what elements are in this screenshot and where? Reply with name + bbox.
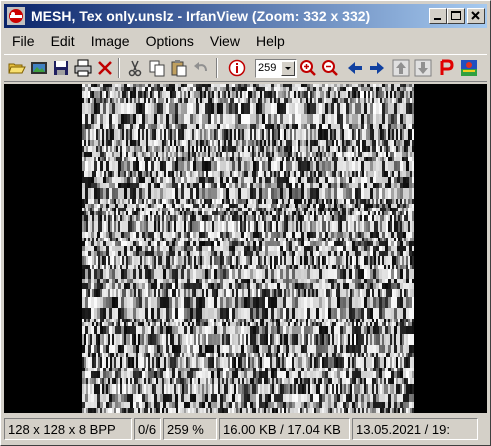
close-button[interactable] [467, 8, 485, 24]
copy-icon[interactable] [148, 59, 166, 77]
minimize-button[interactable] [429, 8, 447, 24]
menu-help[interactable]: Help [248, 31, 293, 51]
cut-icon[interactable] [126, 59, 144, 77]
first-file-icon[interactable] [392, 59, 410, 77]
status-file-index: 0/6 [134, 418, 161, 440]
zoom-combo-value: 259 [258, 62, 277, 74]
menu-edit[interactable]: Edit [43, 31, 83, 51]
chevron-down-icon [285, 67, 291, 70]
irfanview-window: MESH, Tex only.unslz - IrfanView (Zoom: … [0, 0, 491, 446]
maximize-button[interactable] [447, 8, 465, 24]
menu-file[interactable]: File [4, 31, 43, 51]
displayed-image [82, 84, 414, 413]
menu-bar: File Edit Image Options View Help [4, 30, 487, 52]
toolbar: 259 [4, 54, 487, 82]
minimize-icon [434, 18, 441, 20]
irfanview-app-icon[interactable] [7, 7, 25, 25]
slideshow-icon[interactable] [30, 59, 48, 77]
paste-icon[interactable] [170, 59, 188, 77]
toolbar-separator [118, 58, 120, 78]
print-icon[interactable] [74, 59, 92, 77]
previous-arrow-icon[interactable] [346, 59, 364, 77]
maximize-icon [451, 11, 461, 20]
menu-options[interactable]: Options [138, 31, 202, 51]
status-zoom: 259 % [163, 418, 217, 440]
zoom-out-icon[interactable] [321, 59, 339, 77]
image-viewport[interactable] [4, 84, 487, 413]
next-arrow-icon[interactable] [368, 59, 386, 77]
toolbar-separator [216, 58, 218, 78]
menu-image[interactable]: Image [83, 31, 138, 51]
open-folder-icon[interactable] [8, 59, 26, 77]
close-icon [471, 11, 480, 20]
delete-icon[interactable] [96, 59, 114, 77]
status-dimensions: 128 x 128 x 8 BPP [4, 418, 132, 440]
last-file-icon[interactable] [414, 59, 432, 77]
paint-icon[interactable] [438, 59, 456, 77]
window-title: MESH, Tex only.unslz - IrfanView (Zoom: … [31, 8, 371, 24]
zoom-dropdown-button[interactable] [281, 61, 295, 76]
zoom-combo[interactable]: 259 [255, 59, 297, 78]
irfanview-logo-icon[interactable] [460, 59, 478, 77]
status-date: 13.05.2021 / 19: [352, 418, 478, 440]
status-file-size: 16.00 KB / 17.04 KB [219, 418, 350, 440]
status-bar: 128 x 128 x 8 BPP 0/6 259 % 16.00 KB / 1… [4, 418, 487, 442]
save-icon[interactable] [52, 59, 70, 77]
title-bar[interactable]: MESH, Tex only.unslz - IrfanView (Zoom: … [4, 4, 487, 28]
undo-icon[interactable] [192, 59, 210, 77]
info-icon[interactable] [228, 59, 246, 77]
menu-view[interactable]: View [202, 31, 248, 51]
zoom-in-icon[interactable] [299, 59, 317, 77]
